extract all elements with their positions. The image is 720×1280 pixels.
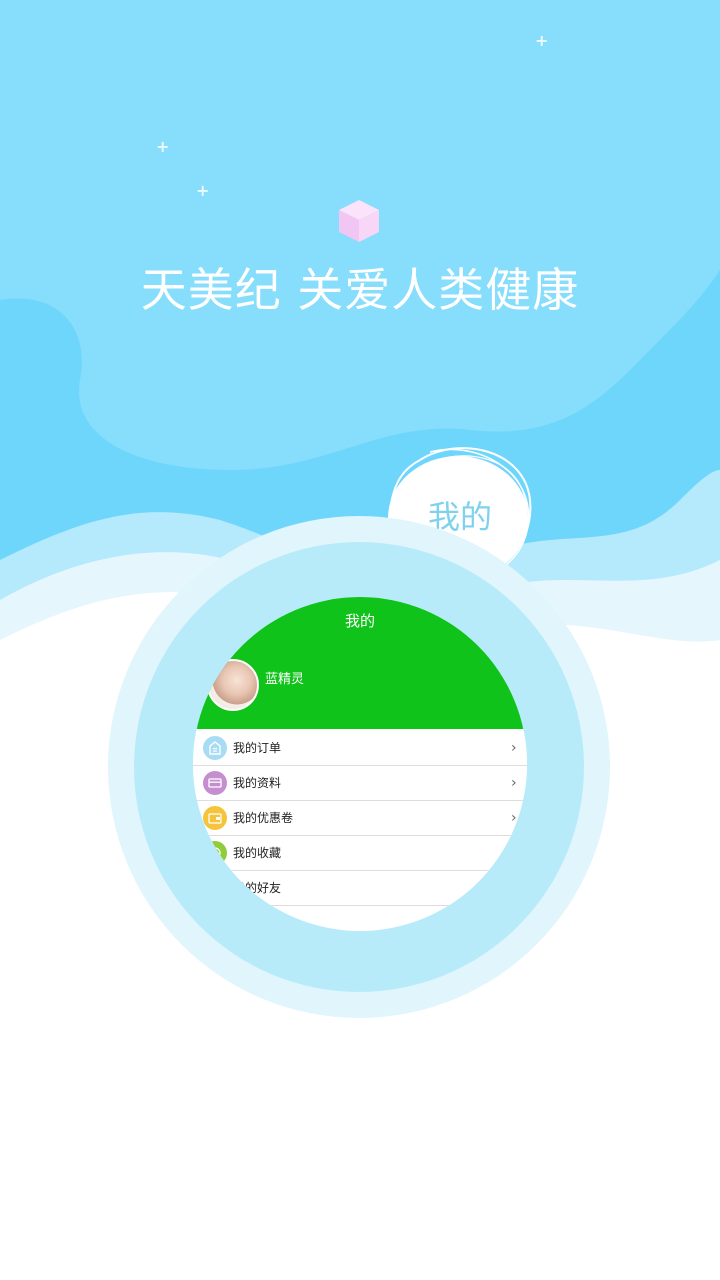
slogan-heading: 天美纪 关爱人类健康 xyxy=(140,263,580,317)
menu-label: 我的订单 xyxy=(233,741,282,755)
avatar[interactable] xyxy=(207,659,259,711)
screen-title: 我的 xyxy=(344,612,375,630)
username: 蓝精灵 xyxy=(265,672,305,687)
menu-item-orders[interactable]: 我的订单 › xyxy=(193,731,527,766)
menu-item-coupons[interactable]: 我的优惠卷 › xyxy=(193,801,527,836)
menu-item-profile[interactable]: 我的资料 › xyxy=(193,766,527,801)
menu-item-friends[interactable]: 我的好友 xyxy=(193,871,527,906)
menu-label: 我的好友 xyxy=(233,881,282,895)
menu-item-favorites[interactable]: 我的收藏 xyxy=(193,836,527,871)
sparkle-icon: + xyxy=(196,181,210,200)
order-icon xyxy=(203,736,227,760)
cube-logo-icon xyxy=(339,200,379,242)
menu-label: 我的收藏 xyxy=(233,846,282,860)
sparkle-icon: + xyxy=(535,31,549,50)
chevron-right-icon: › xyxy=(511,740,517,756)
sparkle-icon: + xyxy=(156,137,170,156)
app-screen-preview: 我的 蓝精灵 我的订单 › 我的资料 › 我的优惠卷 › 我的收藏 我的好友 xyxy=(193,597,527,931)
favorite-icon xyxy=(203,841,227,865)
chevron-right-icon: › xyxy=(511,775,517,791)
card-icon xyxy=(203,771,227,795)
menu-label: 我的优惠卷 xyxy=(233,811,294,825)
wallet-icon xyxy=(203,806,227,830)
chevron-right-icon: › xyxy=(511,810,517,826)
profile-header: 我的 蓝精灵 xyxy=(193,597,527,729)
profile-menu: 我的订单 › 我的资料 › 我的优惠卷 › 我的收藏 我的好友 xyxy=(193,731,527,906)
menu-label: 我的资料 xyxy=(233,776,282,790)
